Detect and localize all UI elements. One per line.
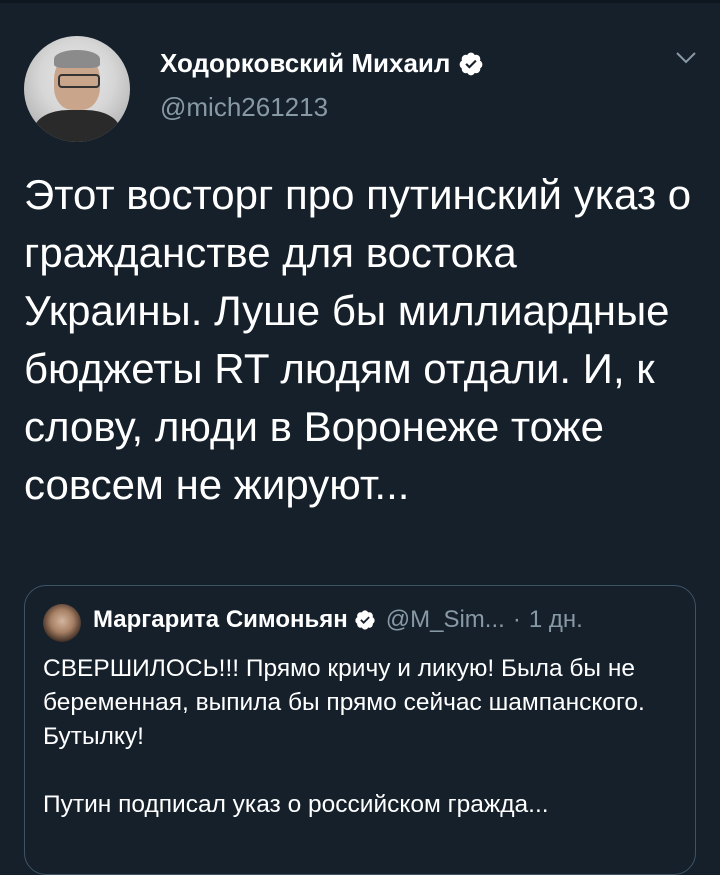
- quoted-timestamp[interactable]: 1 дн.: [529, 606, 583, 634]
- avatar-hair-shape: [54, 50, 100, 68]
- quoted-text-paragraph-2: Путин подписал указ о российском гражда.…: [43, 791, 549, 818]
- separator-dot: ·: [512, 606, 521, 633]
- author-handle[interactable]: @mich261213: [160, 92, 328, 123]
- tweet-text: Этот восторг про путинский указ о гражда…: [24, 171, 692, 508]
- author-row: Ходорковский Михаил: [160, 48, 484, 79]
- quoted-header: Маргарита Симоньян @M_Sim... · 1 дн.: [93, 606, 583, 634]
- quoted-text-paragraph-1: СВЕРШИЛОСЬ!!! Прямо кричу и ликую! Была …: [43, 655, 645, 750]
- quoted-text: СВЕРШИЛОСЬ!!! Прямо кричу и ликую! Была …: [43, 652, 683, 822]
- chevron-down-icon[interactable]: [674, 50, 698, 66]
- verified-badge-icon: [460, 52, 483, 75]
- quoted-author-name[interactable]: Маргарита Симоньян: [93, 606, 348, 634]
- quoted-tweet[interactable]: Маргарита Симоньян @M_Sim... · 1 дн. СВЕ…: [24, 585, 696, 875]
- avatar[interactable]: [24, 36, 130, 142]
- avatar-body-shape: [34, 110, 120, 142]
- author-name[interactable]: Ходорковский Михаил: [160, 48, 450, 79]
- top-divider: [0, 0, 720, 3]
- avatar-glasses-shape: [58, 74, 100, 88]
- verified-badge-icon: [355, 610, 375, 630]
- quoted-avatar[interactable]: [43, 604, 81, 642]
- quoted-author-handle[interactable]: @M_Sim...: [386, 606, 505, 634]
